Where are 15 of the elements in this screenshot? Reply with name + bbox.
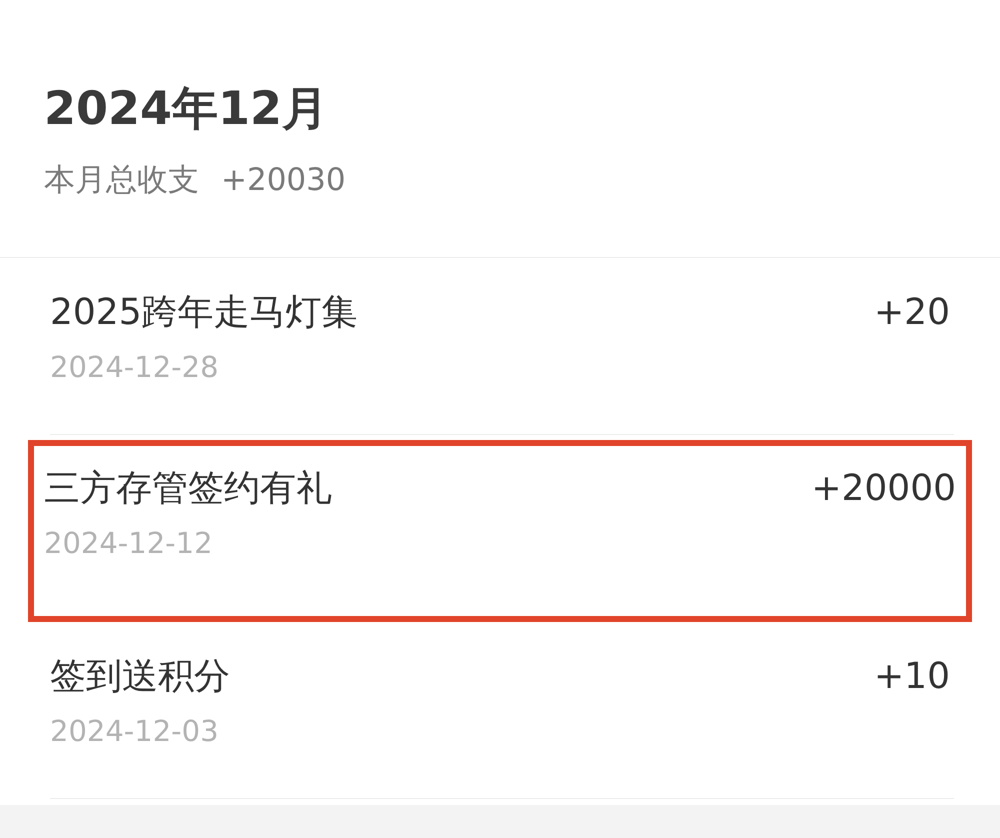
record-date: 2024-12-03 — [50, 713, 220, 750]
record-amount: +10 — [874, 655, 950, 699]
record-amount: +20000 — [811, 467, 956, 511]
record-title: 签到送积分 — [50, 655, 230, 699]
record-amount: +20 — [874, 291, 950, 335]
record-row[interactable]: 签到送积分 +10 2024-12-03 — [28, 622, 972, 804]
record-row[interactable]: 2025跨年走马灯集 +20 2024-12-28 — [28, 258, 972, 440]
summary-value: +20030 — [221, 161, 346, 200]
highlight-frame[interactable]: 三方存管签约有礼 +20000 2024-12-12 — [28, 440, 972, 622]
summary-label: 本月总收支 — [44, 161, 199, 200]
record-date: 2024-12-12 — [44, 525, 214, 562]
record-title: 2025跨年走马灯集 — [50, 291, 358, 335]
month-title: 2024年12月 — [44, 80, 330, 136]
record-date: 2024-12-28 — [50, 349, 220, 386]
record-title: 三方存管签约有礼 — [44, 467, 332, 511]
